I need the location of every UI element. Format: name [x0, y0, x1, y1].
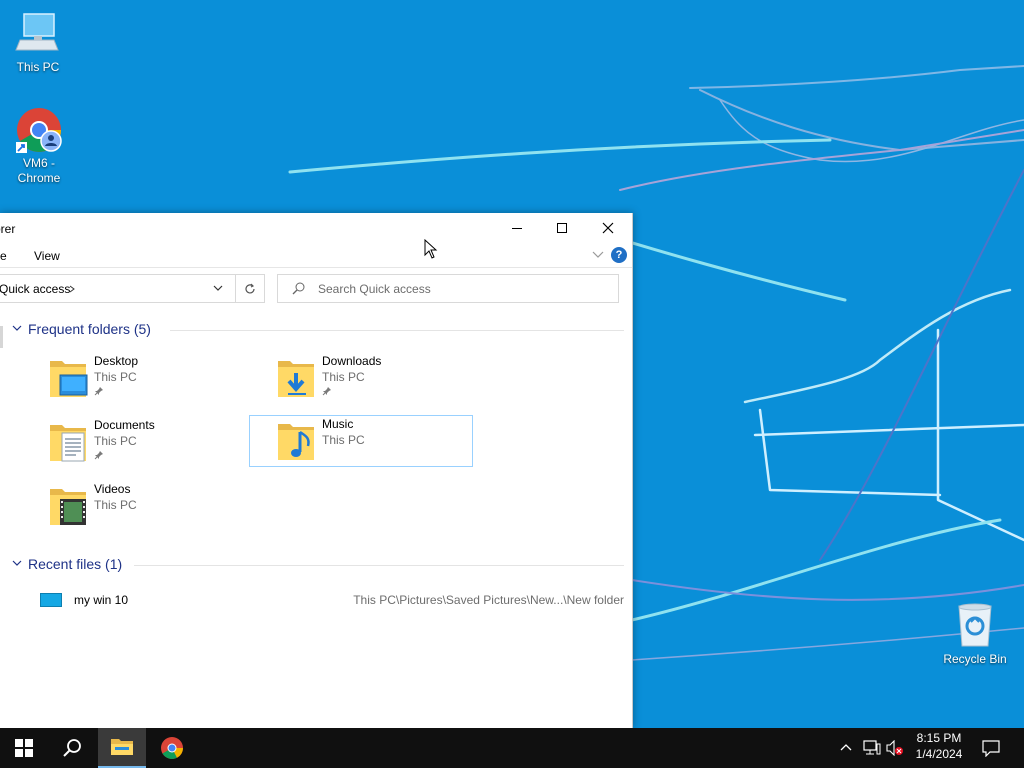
- desktop-icon-vm6-chrome[interactable]: VM6 - Chrome: [1, 106, 77, 186]
- image-file-icon: [40, 593, 62, 607]
- volume-muted-icon[interactable]: [886, 740, 904, 756]
- start-button[interactable]: [0, 728, 48, 768]
- desktop-icon-label: VM6 - Chrome: [17, 156, 61, 185]
- address-history-dropdown-icon[interactable]: [213, 285, 223, 292]
- section-divider: [134, 565, 624, 566]
- maximize-button[interactable]: [539, 213, 585, 243]
- refresh-icon: [245, 283, 255, 293]
- recent-file-path: This PC\Pictures\Saved Pictures\New...\N…: [353, 593, 624, 607]
- this-pc-icon: [14, 10, 62, 58]
- folder-location: This PC: [94, 498, 137, 512]
- videos-folder-icon: [50, 489, 86, 525]
- breadcrumb-chevron-icon[interactable]: [69, 285, 75, 293]
- chrome-shortcut-icon: [15, 106, 63, 154]
- taskbar-chrome-button[interactable]: [148, 728, 196, 768]
- file-explorer-icon: [111, 739, 133, 755]
- section-title: Recent files (1): [28, 556, 123, 572]
- search-icon: [63, 739, 81, 757]
- file-explorer-window[interactable]: orer e View ? Quick access: [0, 213, 633, 728]
- recent-file-name: my win 10: [74, 593, 129, 607]
- ribbon-tabs: e View ?: [0, 243, 632, 268]
- search-button[interactable]: [48, 728, 96, 768]
- frequent-folders-header[interactable]: Frequent folders (5): [12, 321, 624, 339]
- folder-name: Documents: [94, 418, 155, 432]
- refresh-button[interactable]: [235, 274, 265, 303]
- music-folder-icon: [278, 424, 314, 460]
- maximize-icon: [557, 223, 567, 233]
- network-icon[interactable]: [863, 740, 881, 756]
- show-hidden-icons-chevron-icon[interactable]: [840, 743, 852, 751]
- folder-tile-documents[interactable]: Documents This PC: [48, 417, 272, 467]
- collapse-chevron-icon: [12, 325, 22, 331]
- navigation-pane-edge: [0, 326, 3, 348]
- ribbon-tab-view[interactable]: View: [34, 249, 60, 263]
- address-path: Quick access: [0, 282, 71, 296]
- close-button[interactable]: [585, 213, 631, 243]
- pin-icon: [94, 451, 103, 460]
- taskbar: 8:15 PM 1/4/2024: [0, 728, 1024, 768]
- ribbon-tab-share[interactable]: e: [0, 249, 7, 263]
- address-row: Quick access Search Quick access: [0, 268, 632, 304]
- action-center-notification-icon[interactable]: [982, 740, 1000, 757]
- minimize-icon: [512, 228, 522, 229]
- recycle-bin-icon: [951, 602, 999, 650]
- clock-date: 1/4/2024: [915, 747, 963, 761]
- clock[interactable]: 8:15 PM 1/4/2024: [905, 731, 973, 761]
- clock-time: 8:15 PM: [916, 731, 962, 745]
- collapse-chevron-icon: [12, 560, 22, 566]
- window-title: orer: [0, 222, 16, 236]
- recent-files-header[interactable]: Recent files (1): [12, 556, 624, 574]
- close-icon: [602, 222, 614, 234]
- desktop-icon-this-pc[interactable]: This PC: [0, 10, 76, 75]
- folder-name: Downloads: [322, 354, 382, 368]
- section-title: Frequent folders (5): [28, 321, 151, 337]
- help-icon[interactable]: ?: [611, 247, 627, 263]
- search-placeholder: Search Quick access: [318, 282, 431, 296]
- search-icon: [292, 282, 305, 295]
- taskbar-file-explorer-button[interactable]: [98, 728, 146, 768]
- desktop-icon-label: This PC: [16, 60, 60, 74]
- folder-name: Videos: [94, 482, 131, 496]
- search-input[interactable]: Search Quick access: [277, 274, 619, 303]
- desktop-icon-recycle-bin[interactable]: Recycle Bin: [937, 602, 1013, 667]
- minimize-button[interactable]: [494, 213, 540, 243]
- folder-name: Desktop: [94, 354, 139, 368]
- ribbon-expand-chevron-icon[interactable]: [592, 251, 604, 259]
- section-divider: [170, 330, 624, 331]
- recent-file-row[interactable]: my win 10 This PC\Pictures\Saved Picture…: [0, 590, 632, 612]
- address-bar[interactable]: Quick access: [0, 274, 236, 303]
- folder-tile-videos[interactable]: Videos This PC: [48, 481, 272, 531]
- downloads-folder-icon: [278, 361, 314, 397]
- folder-name: Music: [322, 417, 354, 431]
- pin-icon: [322, 387, 331, 396]
- windows-logo-icon: [15, 739, 33, 757]
- documents-folder-icon: [50, 425, 86, 462]
- folder-location: This PC: [322, 370, 365, 384]
- folder-tile-music[interactable]: Music This PC: [249, 415, 473, 467]
- folder-tile-desktop[interactable]: Desktop This PC: [48, 353, 272, 403]
- chrome-icon: [161, 737, 183, 759]
- title-bar[interactable]: orer: [0, 213, 632, 259]
- folder-tile-downloads[interactable]: Downloads This PC: [276, 353, 500, 403]
- desktop-folder-icon: [50, 361, 88, 397]
- desktop-icon-label: Recycle Bin: [943, 652, 1007, 666]
- folder-location: This PC: [94, 370, 137, 384]
- folder-location: This PC: [322, 433, 365, 447]
- pin-icon: [94, 387, 103, 396]
- folder-location: This PC: [94, 434, 137, 448]
